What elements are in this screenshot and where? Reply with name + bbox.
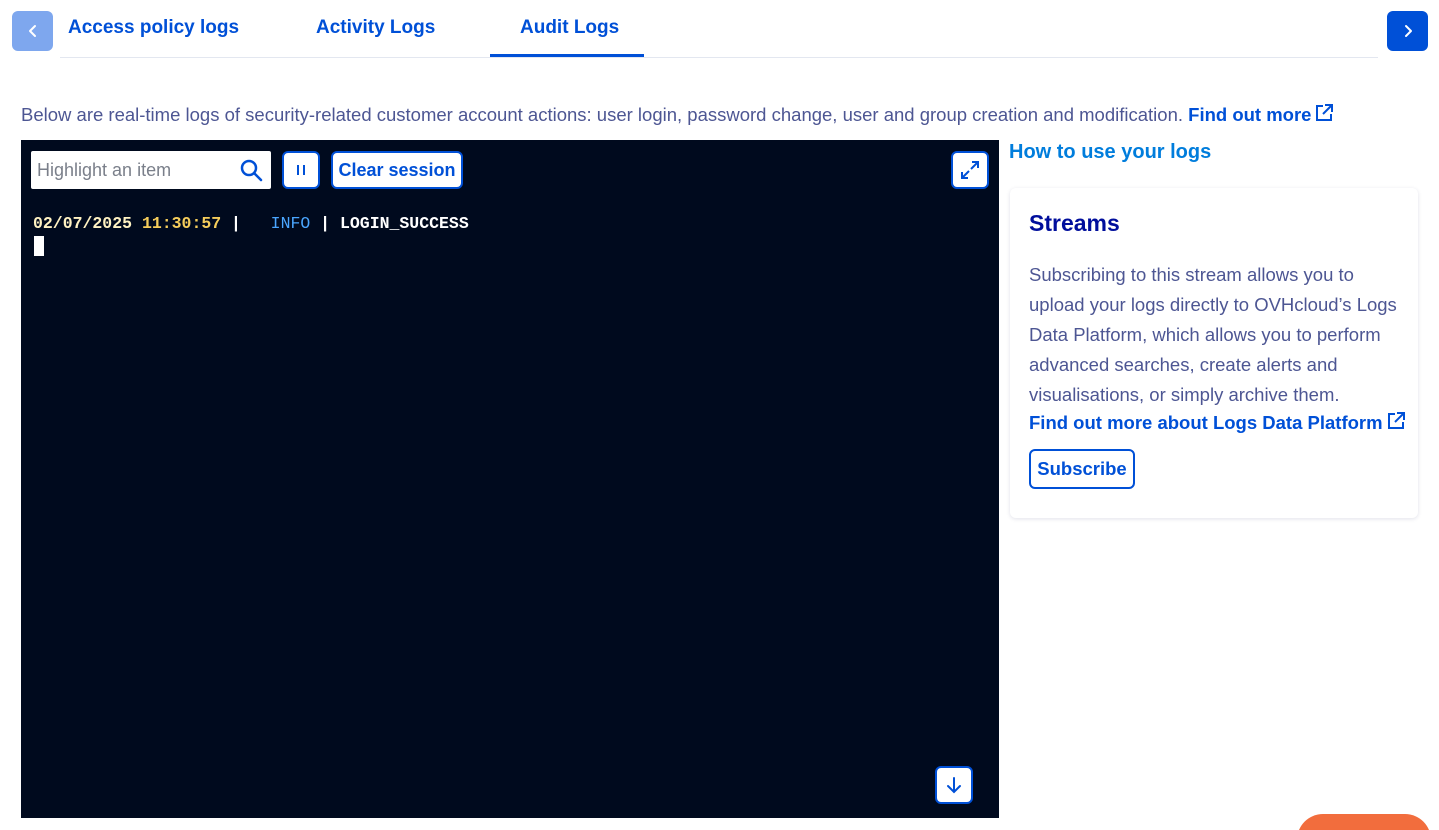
tabs-next-button[interactable]: [1387, 11, 1428, 51]
log-entry: 02/07/2025 11:30:57 | INFO | LOGIN_SUCCE…: [33, 214, 469, 233]
scroll-to-bottom-button[interactable]: [935, 766, 973, 804]
fullscreen-button[interactable]: [951, 151, 989, 189]
tab-audit-logs[interactable]: Audit Logs: [520, 17, 619, 39]
find-out-more-link[interactable]: Find out more: [1188, 104, 1334, 125]
external-link-icon: [1387, 412, 1405, 429]
search-icon[interactable]: [239, 158, 263, 182]
log-level: INFO: [270, 214, 311, 233]
terminal-cursor: [34, 236, 44, 256]
streams-card: Streams Subscribing to this stream allow…: [1010, 188, 1418, 518]
tab-access-policy-logs[interactable]: Access policy logs: [68, 17, 239, 39]
expand-icon: [961, 161, 979, 179]
tabs-bar: Access policy logs Activity Logs Audit L…: [0, 0, 1439, 60]
highlight-search-input[interactable]: [31, 153, 231, 187]
find-out-more-label: Find out more: [1188, 104, 1312, 125]
streams-title: Streams: [1029, 210, 1120, 236]
tabs-divider: [60, 57, 1378, 58]
streams-description: Subscribing to this stream allows you to…: [1029, 264, 1397, 405]
log-message: LOGIN_SUCCESS: [340, 214, 469, 233]
pause-icon: [297, 165, 305, 175]
logs-data-platform-link[interactable]: Find out more about Logs Data Platform: [1029, 412, 1405, 434]
log-time: 11:30:57: [141, 214, 222, 233]
tab-activity-logs[interactable]: Activity Logs: [316, 17, 435, 39]
active-tab-indicator: [490, 54, 644, 57]
arrow-down-icon: [947, 777, 961, 794]
chevron-left-icon: [28, 25, 36, 37]
pause-button[interactable]: [282, 151, 320, 189]
intro-description: Below are real-time logs of security-rel…: [21, 104, 1183, 125]
log-date: 02/07/2025: [33, 214, 133, 233]
log-terminal: Clear session 02/07/2025 11:30:57 | INFO…: [21, 140, 999, 818]
chat-fab-button[interactable]: [1297, 814, 1431, 830]
clear-session-button[interactable]: Clear session: [331, 151, 463, 189]
logs-data-platform-label: Find out more about Logs Data Platform: [1029, 412, 1383, 433]
external-link-icon: [1316, 104, 1334, 121]
log-separator: |: [310, 214, 340, 233]
subscribe-button[interactable]: Subscribe: [1029, 449, 1135, 489]
log-separator: |: [221, 214, 271, 233]
tabs-prev-button[interactable]: [12, 11, 53, 51]
intro-text: Below are real-time logs of security-rel…: [21, 104, 1334, 126]
chevron-right-icon: [1404, 25, 1412, 37]
how-to-use-logs-link[interactable]: How to use your logs: [1009, 141, 1211, 164]
highlight-search-box: [31, 151, 271, 189]
